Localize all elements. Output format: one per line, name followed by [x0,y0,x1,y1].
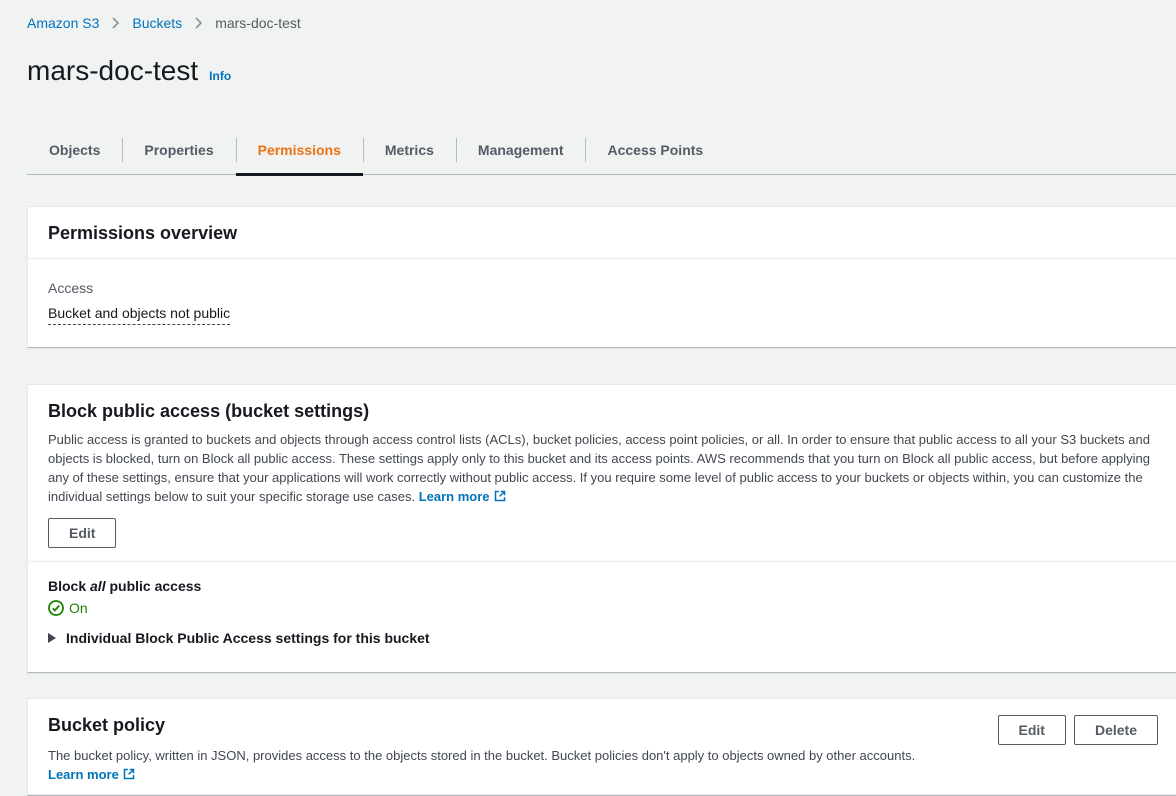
tab-permissions[interactable]: Permissions [236,129,363,174]
individual-settings-expander[interactable]: Individual Block Public Access settings … [48,630,1156,646]
block-public-access-header: Block public access (bucket settings) Pu… [28,385,1176,561]
triangle-right-icon [48,633,56,643]
chevron-right-icon [194,17,203,29]
status-row: On [48,600,1156,616]
access-value-tooltip-trigger[interactable]: Bucket and objects not public [48,305,230,325]
learn-more-link[interactable]: Learn more [48,767,135,782]
tab-bar: Objects Properties Permissions Metrics M… [27,129,1176,175]
bucket-policy-actions: Edit Delete [998,715,1158,745]
bucket-policy-title: Bucket policy [48,713,998,737]
block-all-public-access-label: Block all public access [48,578,1156,594]
page-header: mars-doc-test Info [27,54,1176,88]
block-all-public-access-section: Block all public access On Individual Bl… [28,562,1176,672]
block-public-access-description: Public access is granted to buckets and … [48,430,1156,506]
bucket-policy-description: The bucket policy, written in JSON, prov… [48,746,998,784]
external-link-icon [494,490,506,502]
block-public-access-card: Block public access (bucket settings) Pu… [27,384,1176,673]
tab-metrics[interactable]: Metrics [363,129,456,174]
tab-objects[interactable]: Objects [27,129,122,174]
learn-more-link[interactable]: Learn more [419,489,506,504]
tab-access-points[interactable]: Access Points [585,129,725,174]
edit-block-public-access-button[interactable]: Edit [48,518,116,548]
individual-settings-expander-label: Individual Block Public Access settings … [66,630,430,646]
access-value: Bucket and objects not public [48,305,1156,321]
external-link-icon [123,768,135,780]
info-link[interactable]: Info [209,69,231,83]
permissions-overview-header: Permissions overview [28,207,1176,259]
tab-properties[interactable]: Properties [122,129,235,174]
delete-bucket-policy-button[interactable]: Delete [1074,715,1158,745]
breadcrumb-current-bucket: mars-doc-test [215,16,301,30]
tab-management[interactable]: Management [456,129,586,174]
breadcrumb: Amazon S3 Buckets mars-doc-test [0,0,1176,30]
bucket-policy-header-text: Bucket policy The bucket policy, written… [48,713,998,784]
edit-bucket-policy-button[interactable]: Edit [998,715,1066,745]
breadcrumb-buckets[interactable]: Buckets [132,16,182,30]
block-public-access-title: Block public access (bucket settings) [48,399,1156,423]
bucket-policy-card: Bucket policy The bucket policy, written… [27,698,1176,796]
page-title: mars-doc-test [27,54,198,88]
status-on-text: On [69,600,88,616]
permissions-overview-title: Permissions overview [48,222,1156,244]
access-label: Access [48,280,1156,296]
check-circle-icon [48,600,64,616]
chevron-right-icon [111,17,120,29]
permissions-overview-card: Permissions overview Access Bucket and o… [27,206,1176,348]
bucket-policy-header: Bucket policy The bucket policy, written… [28,699,1176,795]
permissions-overview-body: Access Bucket and objects not public [28,259,1176,347]
breadcrumb-amazon-s3[interactable]: Amazon S3 [27,16,99,30]
